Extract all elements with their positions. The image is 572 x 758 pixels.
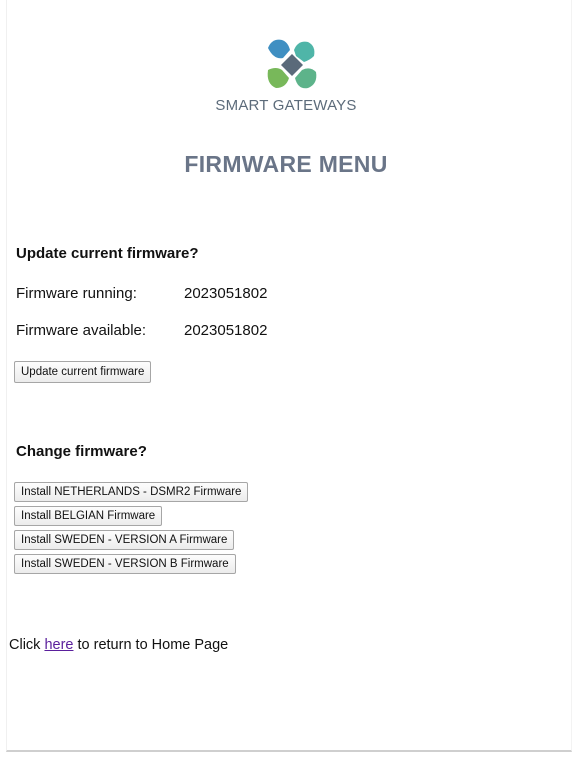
install-netherlands-dsmr2-button[interactable]: Install NETHERLANDS - DSMR2 Firmware	[14, 482, 249, 502]
firmware-running-row: Firmware running: 2023051802	[16, 285, 267, 302]
firmware-available-value: 2023051802	[184, 322, 268, 339]
firmware-running-value: 2023051802	[184, 285, 268, 302]
page-title: FIRMWARE MENU	[184, 151, 388, 177]
update-section-heading: Update current firmware?	[16, 245, 199, 262]
return-home-text: Click here to return to Home Page	[9, 637, 228, 653]
firmware-available-row: Firmware available: 2023051802	[16, 322, 267, 339]
return-home-link[interactable]: here	[44, 637, 73, 653]
smart-gateways-logo-icon	[267, 39, 317, 89]
brand-name: SMART GATEWAYS	[215, 97, 357, 114]
return-home-prefix: Click	[9, 637, 41, 653]
return-home-suffix: to return to Home Page	[77, 637, 229, 653]
install-sweden-version-a-button[interactable]: Install SWEDEN - VERSION A Firmware	[14, 530, 235, 550]
firmware-running-label: Firmware running:	[16, 285, 137, 302]
install-sweden-version-b-button[interactable]: Install SWEDEN - VERSION B Firmware	[14, 554, 236, 574]
firmware-available-label: Firmware available:	[16, 322, 147, 339]
change-section-heading: Change firmware?	[16, 443, 147, 460]
install-belgian-button[interactable]: Install BELGIAN Firmware	[14, 506, 163, 526]
update-current-firmware-button[interactable]: Update current firmware	[14, 361, 152, 383]
